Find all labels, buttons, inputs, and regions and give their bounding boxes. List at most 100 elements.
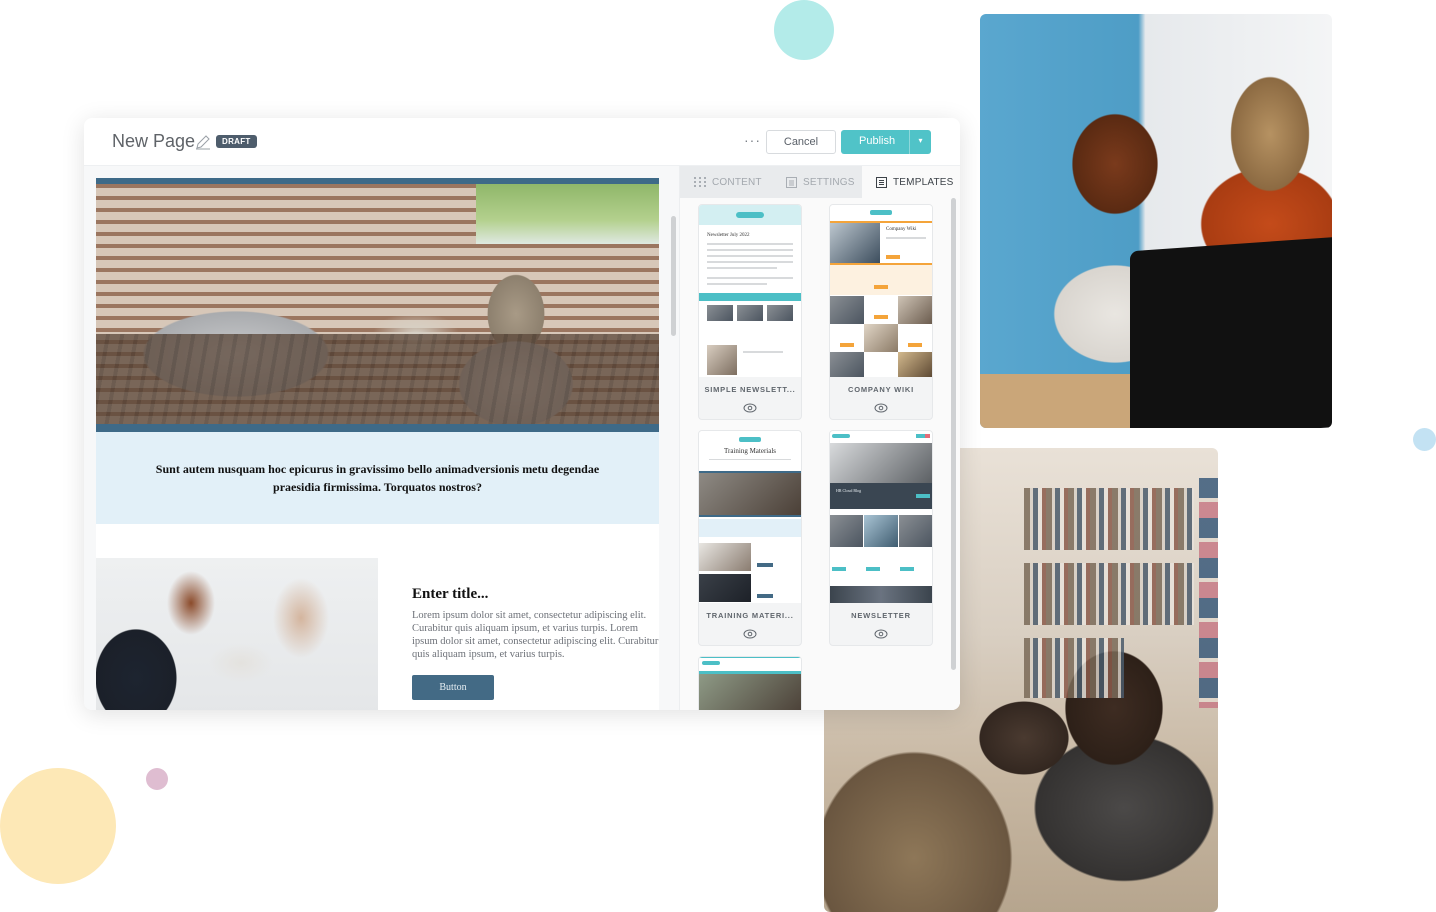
template-name: TRAINING MATERI...	[706, 611, 794, 620]
decorative-circle-pink	[146, 768, 168, 790]
thumb-button	[874, 315, 888, 319]
thumb-line	[707, 243, 793, 245]
template-doc-icon	[876, 176, 887, 188]
thumb-button	[866, 567, 880, 571]
thumb-button	[840, 343, 854, 347]
image-text-section[interactable]: Enter title... Lorem ipsum dolor sit ame…	[96, 558, 659, 710]
panel-scrollbar[interactable]	[951, 198, 956, 670]
card-text-block: Enter title... Lorem ipsum dolor sit ame…	[412, 586, 662, 700]
bookshelf	[1024, 638, 1124, 698]
settings-list-icon	[786, 176, 797, 188]
thumb-photo	[864, 515, 898, 547]
page-canvas: Sunt autem nusquam hoc epicurus in gravi…	[84, 166, 679, 710]
tab-content-label: CONTENT	[712, 176, 762, 188]
template-thumbnail: HR Cloud Blog	[830, 431, 932, 603]
quote-section[interactable]: Sunt autem nusquam hoc epicurus in gravi…	[96, 432, 659, 524]
eye-preview-icon[interactable]	[874, 403, 888, 413]
template-name: SIMPLE NEWSLETT...	[704, 385, 796, 394]
thumb-line	[707, 277, 793, 279]
monitor-shape	[1130, 236, 1332, 428]
decorative-circle-teal	[774, 0, 834, 60]
thumb-line	[707, 267, 777, 269]
thumb-photo	[898, 296, 932, 324]
thumb-photo	[699, 574, 751, 602]
eye-preview-icon[interactable]	[743, 403, 757, 413]
thumb-line	[707, 261, 793, 263]
thumb-line	[709, 459, 791, 460]
pencil-edit-icon[interactable]	[195, 134, 211, 150]
tab-content[interactable]: CONTENT	[680, 166, 772, 198]
thumb-photo	[699, 543, 751, 571]
thumb-logo	[739, 437, 761, 442]
bookshelf	[1199, 478, 1218, 708]
template-card-training-materials[interactable]: Training Materials TRAINING MATERI...	[698, 430, 802, 646]
thumb-cream-band	[830, 265, 932, 295]
template-card-company-wiki[interactable]: Company Wiki COMPANY WIKI	[829, 204, 933, 420]
quote-text: Sunt autem nusquam hoc epicurus in gravi…	[155, 462, 600, 494]
card-button[interactable]: Button	[412, 675, 494, 700]
thumb-line	[743, 351, 783, 353]
thumb-photo	[830, 296, 864, 324]
thumb-photo	[830, 515, 863, 547]
page-editor-window: New Page DRAFT ··· Cancel Publish ▾ Sunt…	[84, 118, 960, 710]
editor-header: New Page DRAFT ··· Cancel Publish ▾	[84, 118, 960, 166]
thumb-button	[832, 567, 846, 571]
thumb-photo	[830, 352, 864, 377]
template-thumbnail: Training Materials	[699, 431, 801, 603]
thumb-heading: Newsletter July 2022	[707, 233, 750, 238]
thumb-hero	[699, 471, 801, 517]
bookshelf	[1024, 488, 1194, 550]
eye-preview-icon[interactable]	[743, 629, 757, 639]
hero-image	[96, 184, 659, 424]
thumb-photo	[830, 443, 932, 483]
side-panel: CONTENT SETTINGS TEMPLATES Newsletter Ju…	[679, 166, 960, 710]
grid-icon	[694, 177, 706, 187]
hero-section[interactable]	[96, 178, 659, 432]
desk-shape	[980, 374, 1140, 428]
publish-button[interactable]: Publish ▾	[841, 130, 931, 154]
decorative-circle-blue	[1413, 428, 1436, 451]
thumb-teal-line	[699, 657, 801, 658]
thumb-teal-band	[699, 293, 801, 301]
thumb-photo	[737, 305, 763, 321]
thumb-photo	[899, 515, 932, 547]
cancel-button[interactable]: Cancel	[766, 130, 836, 154]
thumb-photo	[830, 586, 932, 603]
publish-label: Publish	[859, 135, 896, 147]
thumb-photo	[898, 352, 932, 377]
team-laptop-image	[96, 558, 378, 710]
thumb-photo	[707, 345, 737, 375]
bookshelf	[1024, 563, 1194, 625]
photo-women-at-computer	[980, 14, 1332, 428]
thumb-quote-band	[699, 519, 801, 537]
template-card-simple-newsletter[interactable]: Newsletter July 2022 SIMPLE NEWSLETT...	[698, 204, 802, 420]
page-content: Sunt autem nusquam hoc epicurus in gravi…	[96, 178, 659, 710]
tab-settings[interactable]: SETTINGS	[772, 166, 862, 198]
thumb-social-icons	[916, 434, 930, 438]
eye-preview-icon[interactable]	[874, 629, 888, 639]
tab-templates-label: TEMPLATES	[893, 176, 954, 188]
page-title[interactable]: New Page	[112, 131, 195, 152]
publish-dropdown-caret-icon[interactable]: ▾	[909, 130, 931, 154]
more-options-button[interactable]: ···	[744, 132, 761, 148]
hero-greenery	[476, 184, 659, 244]
tab-settings-label: SETTINGS	[803, 176, 855, 188]
tab-templates[interactable]: TEMPLATES	[862, 166, 960, 198]
template-name: COMPANY WIKI	[848, 385, 914, 394]
thumb-button	[757, 563, 773, 567]
card-title[interactable]: Enter title...	[412, 586, 662, 603]
thumb-line	[707, 283, 767, 285]
canvas-scrollbar[interactable]	[671, 216, 676, 336]
thumb-line	[707, 249, 793, 251]
hero-floor	[96, 334, 659, 424]
template-card-partial[interactable]	[698, 656, 802, 710]
thumb-button	[886, 255, 900, 259]
thumb-photo	[864, 324, 898, 352]
thumb-photo	[699, 674, 801, 710]
template-thumbnail	[699, 657, 801, 710]
card-body[interactable]: Lorem ipsum dolor sit amet, consectetur …	[412, 609, 662, 661]
template-card-newsletter[interactable]: HR Cloud Blog NEWSLETTER	[829, 430, 933, 646]
thumb-logo	[832, 434, 850, 438]
thumb-photo	[767, 305, 793, 321]
thumb-heading: HR Cloud Blog	[836, 488, 862, 493]
